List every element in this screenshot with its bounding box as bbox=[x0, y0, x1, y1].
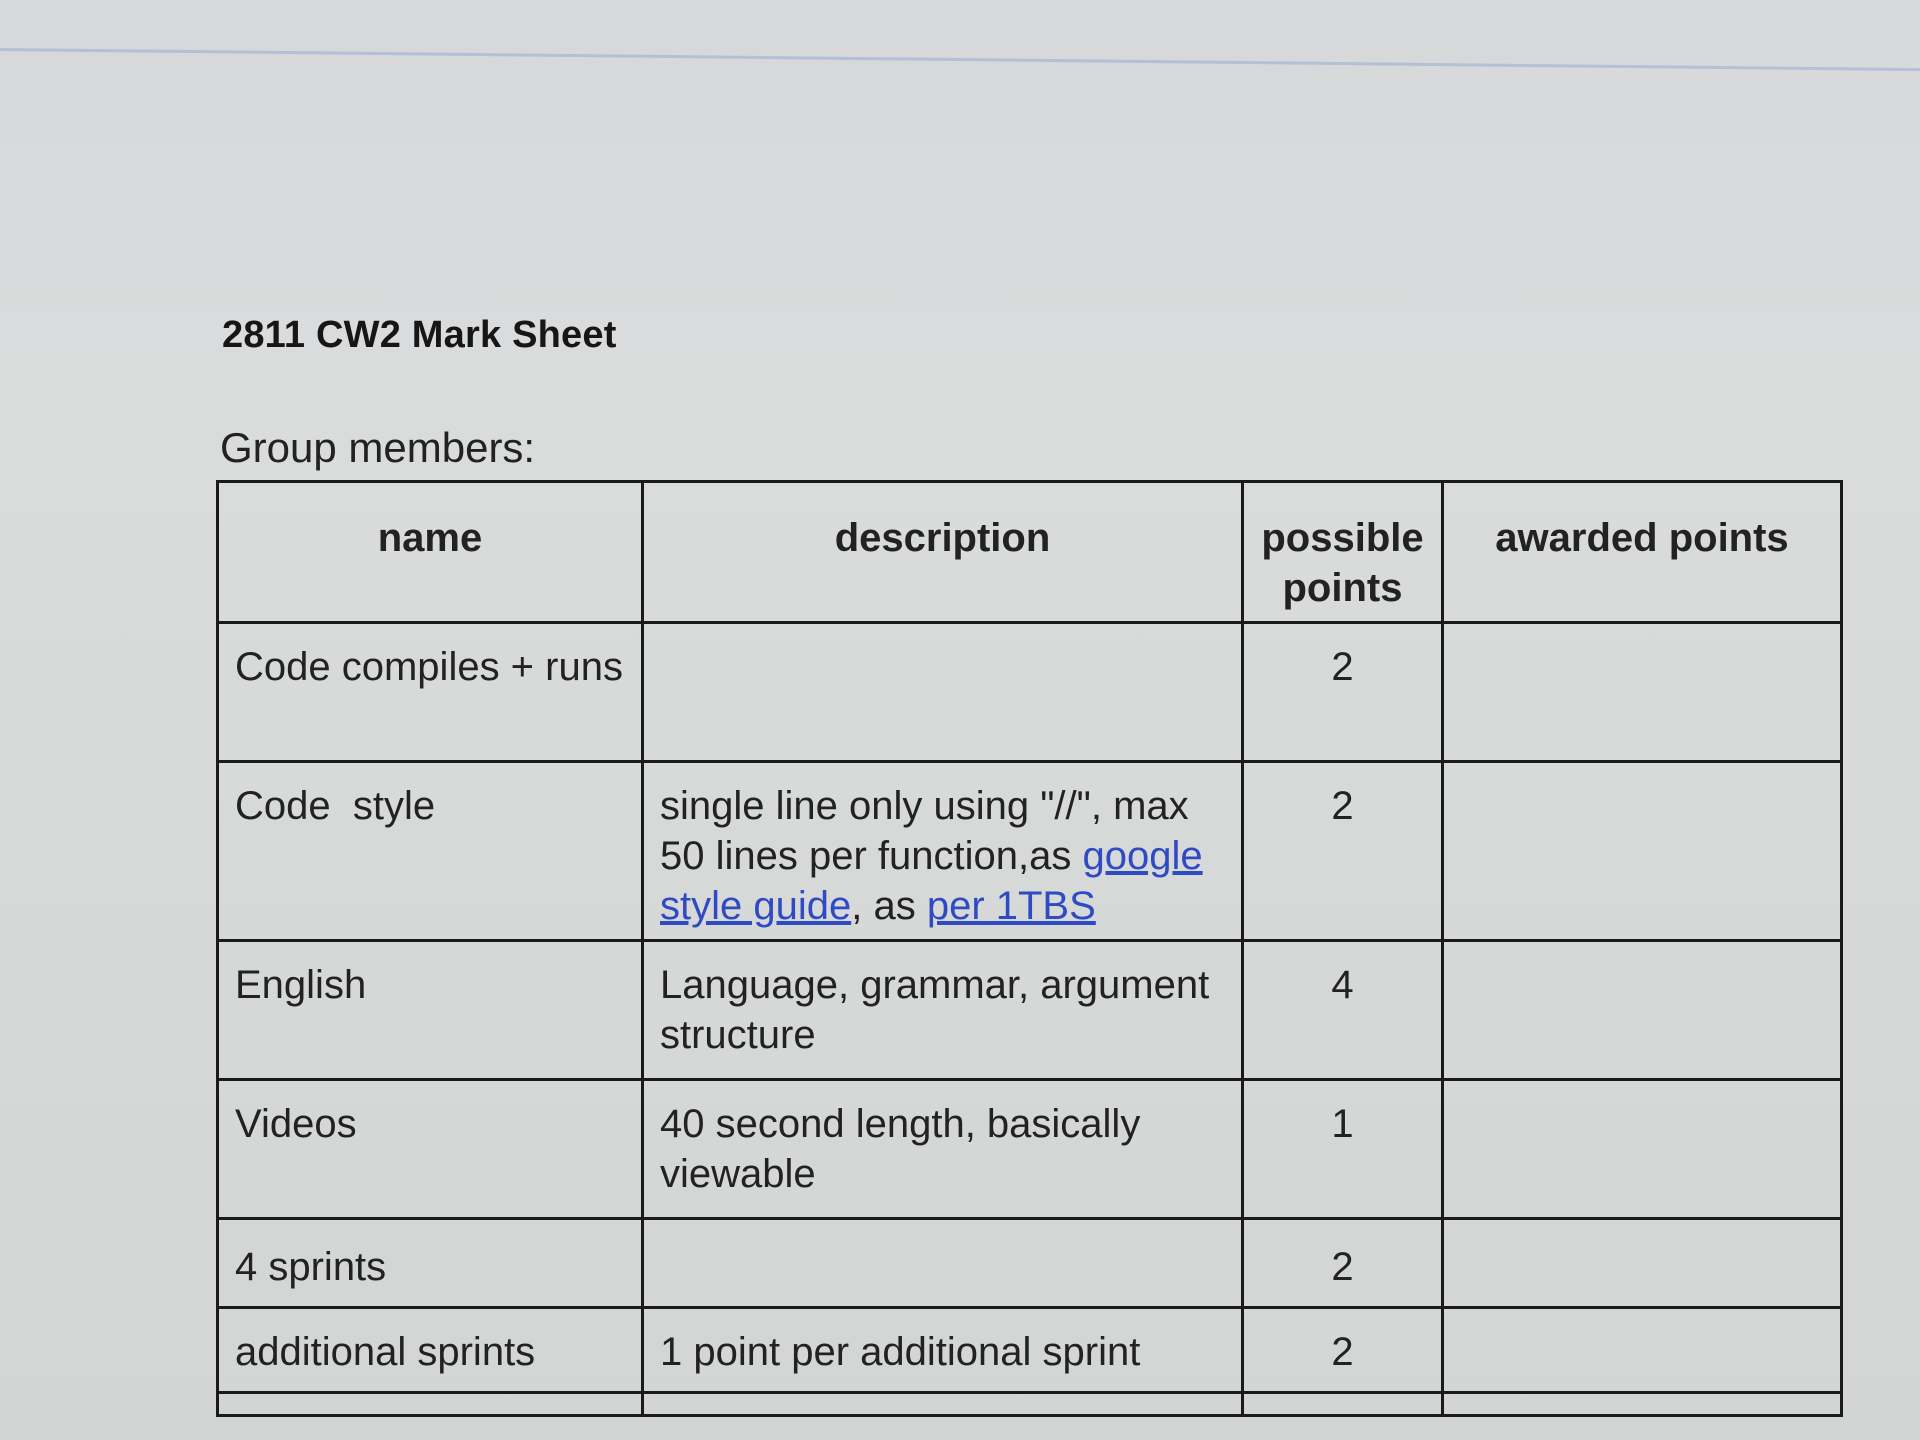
row-possible-points: 2 bbox=[1241, 1217, 1444, 1309]
table-row: additional sprints 1 point per additiona… bbox=[216, 1306, 1843, 1394]
header-possible-points: possible points bbox=[1241, 480, 1444, 624]
description-text: , as bbox=[851, 884, 927, 928]
row-name: 4 sprints bbox=[216, 1217, 644, 1309]
document-page: 2811 CW2 Mark Sheet Group members: name … bbox=[0, 0, 1920, 1440]
table-row-cutoff bbox=[216, 1391, 1843, 1417]
row-awarded-points[interactable] bbox=[1441, 1306, 1843, 1394]
row-awarded-points[interactable] bbox=[1441, 760, 1843, 942]
row-awarded-points[interactable] bbox=[1441, 939, 1843, 1081]
row-description bbox=[641, 1217, 1244, 1309]
table-row: English Language, grammar, argument stru… bbox=[216, 939, 1843, 1081]
table-row: Code compiles + runs 2 bbox=[216, 621, 1843, 763]
row-description: single line only using "//", max 50 line… bbox=[641, 760, 1244, 942]
row-cell-cutoff bbox=[216, 1391, 644, 1417]
table-row: 4 sprints 2 bbox=[216, 1217, 1843, 1309]
row-awarded-points[interactable] bbox=[1441, 1078, 1843, 1220]
header-description: description bbox=[641, 480, 1244, 624]
table-row: Code style single line only using "//", … bbox=[216, 760, 1843, 942]
row-possible-points: 2 bbox=[1241, 621, 1444, 763]
mark-sheet-table: name description possible points awarded… bbox=[216, 480, 1843, 1417]
row-description: 40 second length, basically viewable bbox=[641, 1078, 1244, 1220]
table-row: Videos 40 second length, basically viewa… bbox=[216, 1078, 1843, 1220]
row-possible-points: 4 bbox=[1241, 939, 1444, 1081]
row-awarded-points[interactable] bbox=[1441, 1217, 1843, 1309]
row-description: 1 point per additional sprint bbox=[641, 1306, 1244, 1394]
row-description: Language, grammar, argument structure bbox=[641, 939, 1244, 1081]
row-description bbox=[641, 621, 1244, 763]
row-possible-points: 2 bbox=[1241, 760, 1444, 942]
row-awarded-points[interactable] bbox=[1441, 621, 1843, 763]
row-name: Code style bbox=[216, 760, 644, 942]
row-name: additional sprints bbox=[216, 1306, 644, 1394]
row-name: English bbox=[216, 939, 644, 1081]
group-members-label: Group members: bbox=[220, 424, 536, 471]
per-1tbs-link[interactable]: per 1TBS bbox=[927, 884, 1096, 928]
row-name: Code compiles + runs bbox=[216, 621, 644, 763]
row-cell-cutoff bbox=[1441, 1391, 1843, 1417]
row-cell-cutoff bbox=[641, 1391, 1244, 1417]
header-name: name bbox=[216, 480, 644, 624]
row-possible-points: 2 bbox=[1241, 1306, 1444, 1394]
row-name: Videos bbox=[216, 1078, 644, 1220]
table-header-row: name description possible points awarded… bbox=[216, 480, 1843, 624]
page-title: 2811 CW2 Mark Sheet bbox=[222, 314, 617, 356]
row-cell-cutoff bbox=[1241, 1391, 1444, 1417]
header-awarded-points: awarded points bbox=[1441, 480, 1843, 624]
row-possible-points: 1 bbox=[1241, 1078, 1444, 1220]
